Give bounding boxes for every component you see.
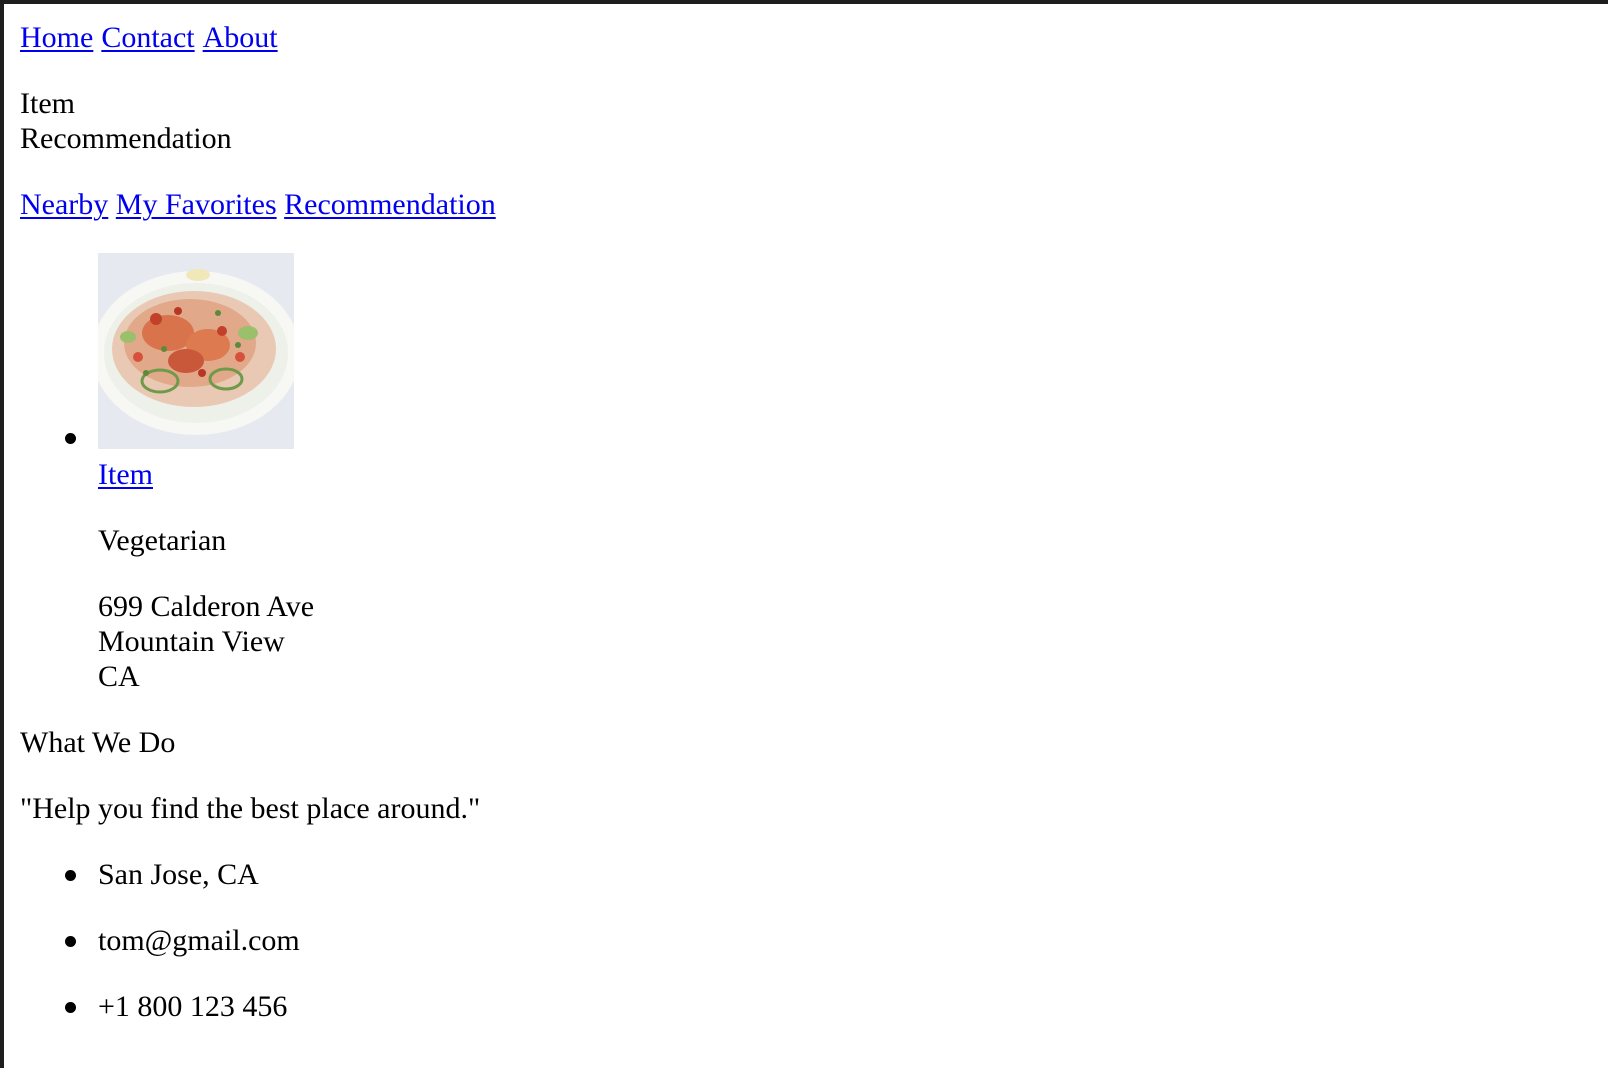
list-bullet: [65, 936, 76, 947]
page-title-line-2: Recommendation: [20, 122, 232, 155]
tab-bar: Nearby My Favorites Recommendation: [20, 187, 1608, 222]
contact-email-text: tom@gmail.com: [98, 924, 300, 957]
contact-email: tom@gmail.com: [65, 923, 1608, 958]
contact-phone-text: +1 800 123 456: [98, 990, 288, 1023]
top-nav: Home Contact About: [20, 20, 1608, 55]
nav-link-contact[interactable]: Contact: [101, 21, 194, 54]
item-address-line: CA: [98, 660, 140, 693]
page-title: Item Recommendation: [20, 86, 1608, 156]
list-bullet: [65, 1002, 76, 1013]
tab-my-favorites[interactable]: My Favorites: [116, 188, 277, 221]
page-title-line-1: Item: [20, 87, 75, 120]
contact-location-text: San Jose, CA: [98, 858, 259, 891]
nav-link-home[interactable]: Home: [20, 21, 93, 54]
food-photo-icon[interactable]: [98, 253, 294, 449]
item-card: Item Vegetarian 699 Calderon Ave Mountai…: [65, 253, 1608, 694]
item-address-line: Mountain View: [98, 625, 285, 658]
list-bullet: [65, 870, 76, 881]
item-address-line: 699 Calderon Ave: [98, 590, 315, 623]
page: Home Contact About Item Recommendation Nea…: [20, 20, 1608, 1055]
item-address: 699 Calderon Ave Mountain View CA: [98, 589, 1608, 694]
about-quote: "Help you find the best place around.": [20, 792, 481, 825]
item-name-link[interactable]: Item: [98, 458, 153, 491]
item-list: Item Vegetarian 699 Calderon Ave Mountai…: [20, 253, 1608, 694]
tab-recommendation[interactable]: Recommendation: [284, 188, 496, 221]
contact-location: San Jose, CA: [65, 857, 1608, 892]
item-category: Vegetarian: [98, 524, 227, 557]
window-frame-left: [0, 0, 4, 1068]
list-bullet: [65, 433, 76, 444]
window-frame-top: [0, 0, 1608, 4]
nav-link-about[interactable]: About: [203, 21, 278, 54]
contact-phone: +1 800 123 456: [65, 989, 1608, 1024]
tab-nearby[interactable]: Nearby: [20, 188, 108, 221]
contact-list: San Jose, CA tom@gmail.com +1 800 123 45…: [20, 857, 1608, 1024]
about-heading: What We Do: [20, 726, 176, 759]
